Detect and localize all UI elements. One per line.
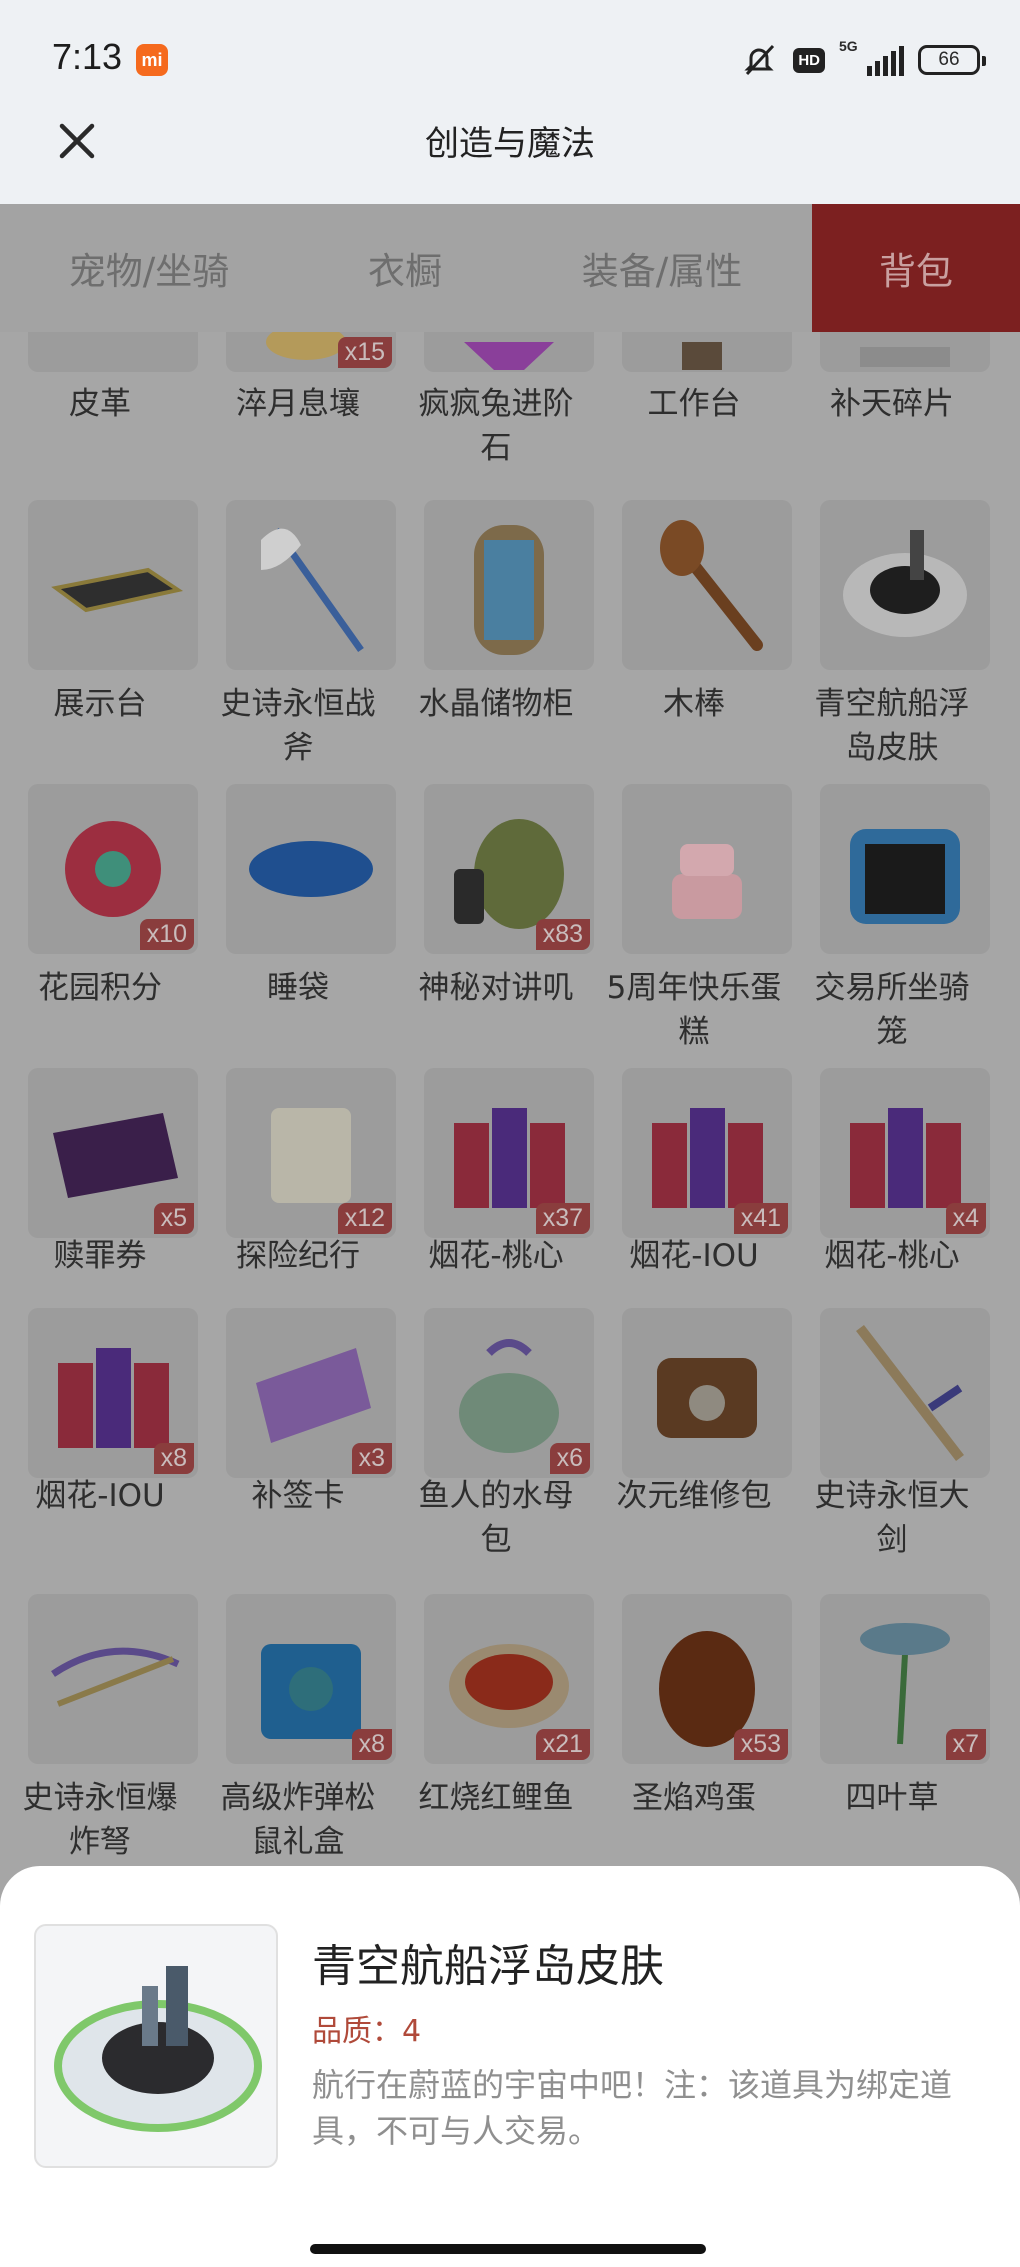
firework-icon: x4 [820, 1068, 990, 1238]
tab-equipment[interactable]: 装备/属性 [512, 204, 812, 332]
item-quantity: x6 [549, 1443, 590, 1474]
top-bar: 创造与魔法 [0, 100, 1020, 204]
battle-axe-icon [226, 500, 396, 670]
item-name: 烟花-桃心 [824, 1238, 960, 1274]
inventory-grid: 皮革 x15 淬月息壤 疯疯兔进阶石 工作台 补天碎片 展示台 史诗永恒战斧 水… [0, 332, 1020, 1868]
item-name: 木棒 [663, 686, 725, 722]
item-quantity: x8 [153, 1443, 194, 1474]
status-icons: HD 5G 66 [739, 38, 986, 80]
home-indicator[interactable] [310, 2244, 706, 2254]
item-name: 圣焰鸡蛋 [632, 1780, 756, 1816]
item-name: 四叶草 [845, 1780, 939, 1816]
flower-icon: x10 [28, 784, 198, 954]
item-name: 花园积分 [38, 970, 162, 1006]
item-detail-sheet: 青空航船浮岛皮肤 品质：4 航行在蔚蓝的宇宙中吧！注：该道具为绑定道具，不可与人… [0, 1866, 1020, 2267]
item-quantity: x83 [535, 919, 590, 950]
cake-icon [622, 784, 792, 954]
egg-icon: x53 [622, 1594, 792, 1764]
item-name: 次元维修包 [616, 1478, 772, 1514]
network-type: 5G [839, 38, 858, 54]
item-name: 史诗永恒战斧 [220, 686, 376, 766]
firework-icon: x41 [622, 1068, 792, 1238]
item-quantity: x37 [535, 1203, 590, 1234]
scroll-icon: x12 [226, 1068, 396, 1238]
item-name: 红烧红鲤鱼 [418, 1780, 574, 1816]
battery-icon: 66 [918, 45, 986, 75]
wooden-club-icon [622, 500, 792, 670]
gem-icon [424, 332, 594, 372]
item-quantity: x21 [535, 1729, 590, 1760]
item-name: 史诗永恒爆炸弩 [22, 1780, 178, 1860]
firework-icon: x37 [424, 1068, 594, 1238]
great-sword-icon [820, 1308, 990, 1478]
crystal-cabinet-icon [424, 500, 594, 670]
sign-card-icon: x3 [226, 1308, 396, 1478]
item-name: 神秘对讲叽 [418, 970, 574, 1006]
floating-island-icon [34, 1924, 278, 2168]
item-quantity: x41 [733, 1203, 788, 1234]
detail-quality: 品质：4 [312, 2014, 422, 2049]
item-name: 补签卡 [251, 1478, 345, 1514]
item-quantity: x8 [351, 1729, 392, 1760]
item-name: 交易所坐骑笼 [814, 970, 970, 1050]
soil-icon: x15 [226, 332, 396, 372]
item-quantity: x15 [337, 337, 392, 368]
status-bar: 7:13 mi HD 5G 66 [0, 0, 1020, 100]
mute-icon [744, 44, 775, 76]
braised-fish-icon: x21 [424, 1594, 594, 1764]
item-name: 鱼人的水母包 [418, 1478, 574, 1558]
sleeping-bag-icon [226, 784, 396, 954]
mi-badge: mi [136, 44, 168, 76]
item-quantity: x3 [351, 1443, 392, 1474]
item-name: 补天碎片 [830, 386, 954, 422]
ticket-icon: x5 [28, 1068, 198, 1238]
leather-icon [28, 332, 198, 372]
item-quantity: x5 [153, 1203, 194, 1234]
battery-level: 66 [938, 49, 960, 70]
item-name: 烟花-IOU [629, 1238, 759, 1274]
workbench-icon [622, 332, 792, 372]
item-name: 青空航船浮岛皮肤 [814, 686, 970, 766]
item-name: 史诗永恒大剑 [814, 1478, 970, 1558]
crossbow-icon [28, 1594, 198, 1764]
item-quantity: x12 [337, 1203, 392, 1234]
hd-icon: HD [793, 47, 825, 73]
item-name: 工作台 [647, 386, 741, 422]
item-name: 5周年快乐蛋糕 [606, 970, 782, 1050]
fragment-icon [820, 332, 990, 372]
item-name: 皮革 [69, 386, 131, 422]
jellyfish-bag-icon: x6 [424, 1308, 594, 1478]
tab-bar: 宠物/坐骑 衣橱 装备/属性 背包 [0, 204, 1020, 332]
item-quantity: x53 [733, 1729, 788, 1760]
floating-island-icon [820, 500, 990, 670]
item-name: 探险纪行 [236, 1238, 360, 1274]
item-name: 烟花-桃心 [428, 1238, 564, 1274]
item-quantity: x10 [139, 919, 194, 950]
display-stand-icon [28, 500, 198, 670]
page-title: 创造与魔法 [425, 124, 595, 164]
item-name: 烟花-IOU [35, 1478, 165, 1514]
signal-icon: 5G [839, 38, 904, 76]
detail-description: 航行在蔚蓝的宇宙中吧！注：该道具为绑定道具，不可与人交易。 [312, 2066, 953, 2150]
tab-wardrobe[interactable]: 衣橱 [298, 204, 512, 332]
item-name: 水晶储物柜 [418, 686, 574, 722]
gift-box-icon: x8 [226, 1594, 396, 1764]
item-quantity: x7 [945, 1729, 986, 1760]
tab-backpack[interactable]: 背包 [812, 204, 1020, 332]
item-name: 疯疯兔进阶石 [418, 386, 574, 466]
item-quantity: x4 [945, 1203, 986, 1234]
item-name: 展示台 [53, 686, 147, 722]
item-name: 睡袋 [267, 970, 329, 1006]
detail-item-name: 青空航船浮岛皮肤 [312, 1941, 664, 1992]
clover-icon: x7 [820, 1594, 990, 1764]
item-name: 赎罪券 [53, 1238, 147, 1274]
firework-icon: x8 [28, 1308, 198, 1478]
item-name: 淬月息壤 [236, 386, 360, 422]
item-name: 高级炸弹松鼠礼盒 [220, 1780, 376, 1860]
repair-kit-icon [622, 1308, 792, 1478]
tab-pets-mounts[interactable]: 宠物/坐骑 [0, 204, 298, 332]
walkie-bird-icon: x83 [424, 784, 594, 954]
mount-cage-icon [820, 784, 990, 954]
status-time: 7:13 [52, 36, 123, 77]
